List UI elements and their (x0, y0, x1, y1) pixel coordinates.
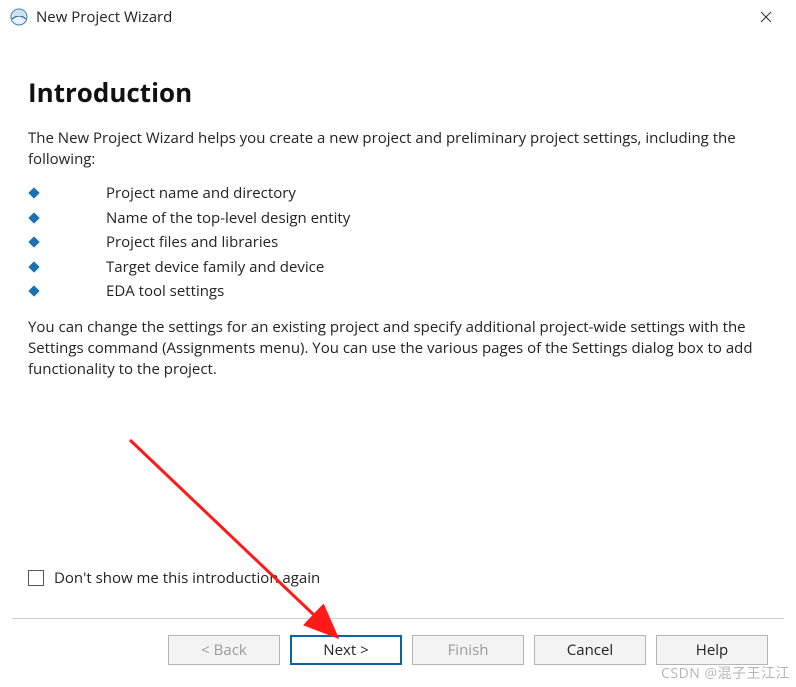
checkbox-label: Don't show me this introduction again (54, 568, 320, 588)
help-button[interactable]: Help (656, 635, 768, 665)
list-item: Project files and libraries (28, 231, 768, 254)
bullet-text: EDA tool settings (106, 280, 224, 303)
bullet-text: Project files and libraries (106, 231, 278, 254)
bullet-icon (28, 236, 39, 247)
titlebar: New Project Wizard (0, 0, 796, 34)
watermark: CSDN @混子王江江 (661, 663, 790, 683)
help-button-label: Help (696, 640, 728, 660)
next-button-label: Next > (323, 640, 368, 660)
cancel-button[interactable]: Cancel (534, 635, 646, 665)
annotation-arrow (120, 430, 380, 670)
bullet-icon (28, 285, 39, 296)
list-item: EDA tool settings (28, 280, 768, 303)
back-button: < Back (168, 635, 280, 665)
finish-button-label: Finish (448, 640, 489, 660)
bullet-text: Project name and directory (106, 182, 296, 205)
content-area: Introduction The New Project Wizard help… (0, 34, 796, 380)
app-icon (10, 8, 28, 26)
list-item: Project name and directory (28, 182, 768, 205)
list-item: Name of the top-level design entity (28, 207, 768, 230)
close-button[interactable] (746, 3, 786, 31)
button-row: < Back Next > Finish Cancel Help (168, 635, 768, 665)
back-button-label: < Back (201, 640, 247, 660)
window-title: New Project Wizard (36, 7, 746, 27)
bullet-list: Project name and directory Name of the t… (28, 182, 768, 303)
page-heading: Introduction (28, 74, 768, 110)
second-paragraph: You can change the settings for an exist… (28, 317, 768, 380)
bullet-icon (28, 261, 39, 272)
bullet-text: Name of the top-level design entity (106, 207, 350, 230)
dont-show-checkbox[interactable] (28, 570, 44, 586)
checkbox-row: Don't show me this introduction again (28, 568, 320, 588)
bullet-icon (28, 187, 39, 198)
list-item: Target device family and device (28, 256, 768, 279)
finish-button: Finish (412, 635, 524, 665)
close-icon (760, 11, 772, 23)
bullet-icon (28, 212, 39, 223)
next-button[interactable]: Next > (290, 635, 402, 665)
intro-paragraph: The New Project Wizard helps you create … (28, 128, 768, 170)
bullet-text: Target device family and device (106, 256, 324, 279)
cancel-button-label: Cancel (567, 640, 613, 660)
separator (12, 618, 784, 619)
